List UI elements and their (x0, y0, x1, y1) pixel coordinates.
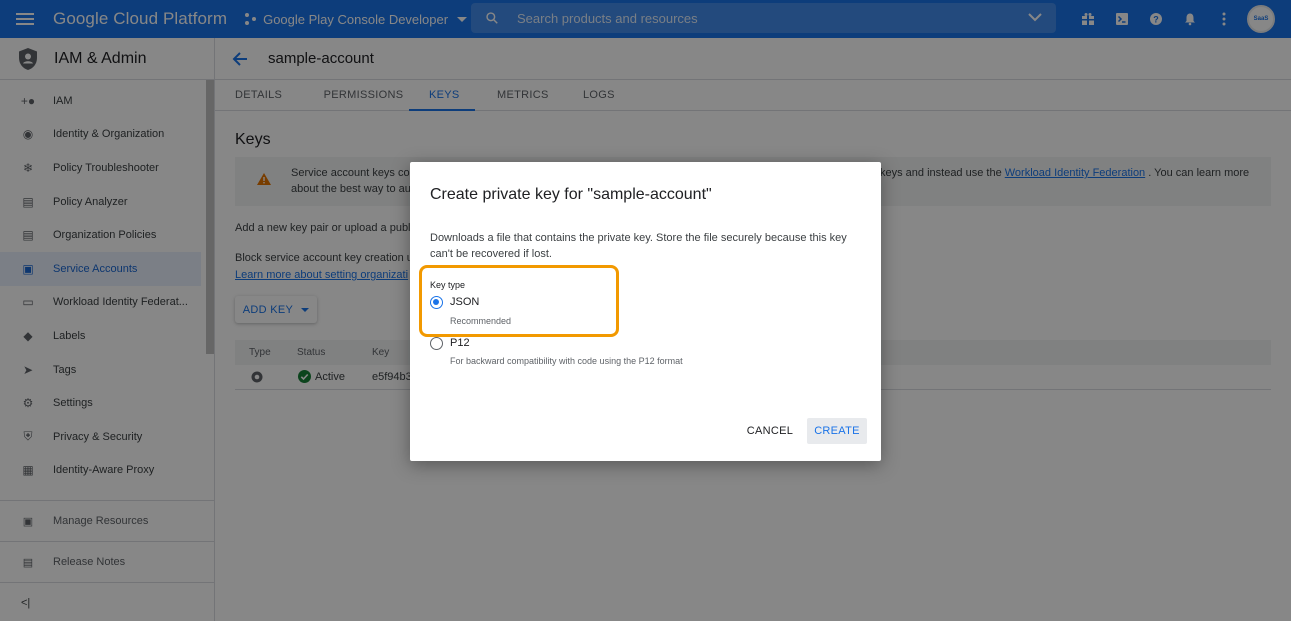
highlight-box (419, 265, 619, 337)
cancel-button[interactable]: CANCEL (741, 418, 799, 444)
dialog-description: Downloads a file that contains the priva… (430, 232, 847, 260)
p12-label[interactable]: P12 (450, 337, 470, 349)
dialog-title: Create private key for "sample-account" (430, 186, 712, 203)
create-button[interactable]: CREATE (807, 418, 867, 444)
p12-radio[interactable] (430, 337, 443, 350)
p12-sublabel: For backward compatibility with code usi… (450, 356, 683, 366)
